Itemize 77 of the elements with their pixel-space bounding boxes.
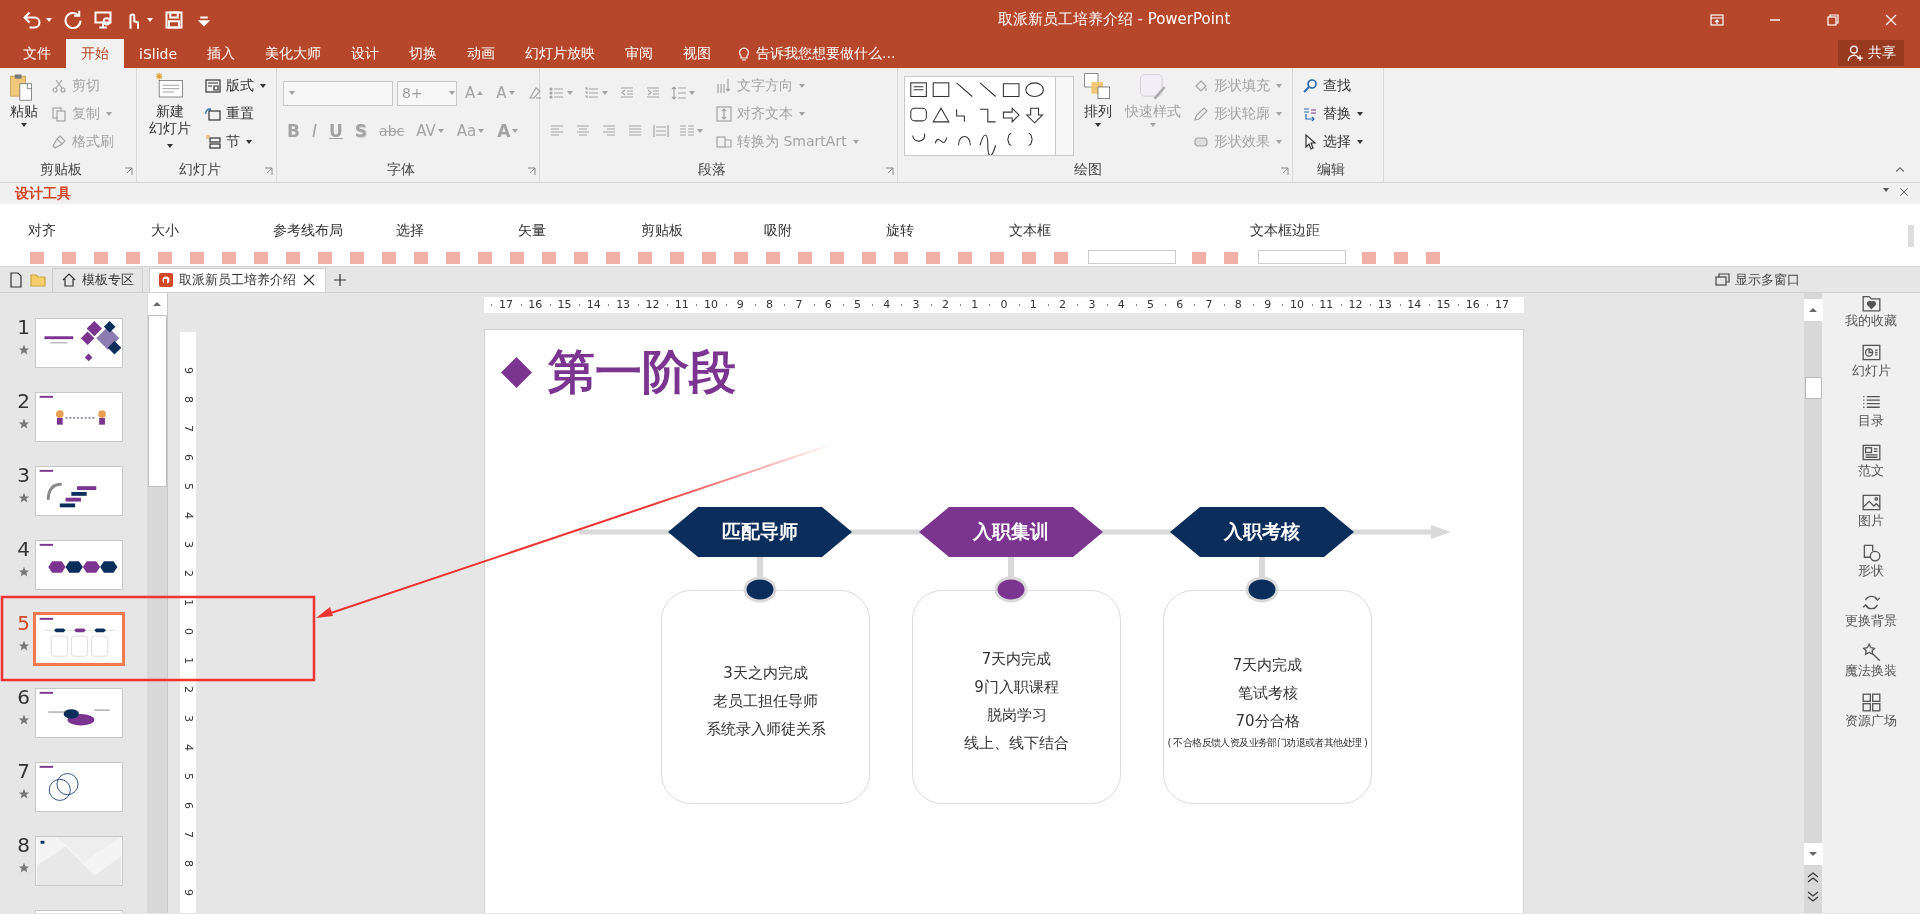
document-tab[interactable]: 取派新员工培养介绍 — [149, 267, 326, 292]
replace-button[interactable]: 替换 — [1299, 100, 1367, 127]
section-button[interactable]: 节 — [202, 128, 270, 155]
section-label: 选择 — [395, 222, 425, 240]
section-label: 文本框边距 — [1249, 222, 1321, 240]
card-text: 笔试考核 — [1237, 683, 1298, 704]
ribbon-tab[interactable]: 文件 — [8, 39, 66, 68]
group-label: 幻灯片 — [177, 160, 222, 179]
side-panel-item[interactable]: 魔法换装 — [1845, 643, 1897, 693]
ribbon-tab[interactable]: 幻灯片放映 — [510, 39, 611, 68]
card-text: 线上、线下结合 — [964, 733, 1069, 754]
section-label: 吸附 — [763, 222, 793, 240]
reset-button[interactable]: 重置 — [202, 100, 270, 127]
layout-button[interactable]: 版式 — [202, 72, 270, 99]
ribbon-tab[interactable]: 视图 — [668, 39, 727, 68]
section-label: 参考线布局 — [273, 222, 345, 240]
section-label: 对齐 — [28, 222, 57, 240]
group-label: 剪贴板 — [39, 160, 83, 179]
side-panel-item[interactable]: 我的收藏 — [1845, 293, 1897, 343]
ribbon-tab[interactable]: 插入 — [192, 39, 251, 68]
select-button[interactable]: 选择 — [1299, 128, 1367, 155]
side-panel-item[interactable]: 资源广场 — [1845, 693, 1897, 743]
group-label: 段落 — [696, 160, 727, 179]
section-label: 矢量 — [518, 222, 548, 240]
ribbon-tab[interactable]: 动画 — [452, 39, 511, 68]
tell-me-box[interactable]: 告诉我您想要做什么... — [726, 39, 896, 68]
card-text: 老员工担任导师 — [713, 691, 818, 712]
card-text: 系统录入师徒关系 — [705, 719, 826, 740]
card-text: 7天内完成 — [981, 649, 1052, 670]
panel-title: 设计工具 — [15, 184, 71, 203]
card-text: 3天之内完成 — [723, 663, 808, 684]
side-panel-item[interactable]: 范文 — [1858, 443, 1884, 493]
ribbon-tab[interactable]: 切换 — [394, 39, 453, 68]
card-text: 9门入职课程 — [974, 677, 1059, 698]
step-heading: 入职集训 — [973, 519, 1049, 544]
slide-number: 3 — [17, 464, 30, 486]
slide-number: 5 — [17, 612, 30, 634]
side-panel-item[interactable]: 幻灯片 — [1851, 343, 1891, 393]
window-title: 取派新员工培养介绍 - PowerPoint — [996, 10, 1232, 29]
side-panel-item[interactable]: 目录 — [1858, 393, 1884, 443]
ribbon-tab[interactable]: 开始 — [66, 39, 124, 68]
card-note: ( 不合格反馈人资及业务部门劝退或者其他处理 ) — [1167, 736, 1368, 750]
horizontal-ruler: 17 16 15 14 13 12 11 10 9 8 7 6 5 4 3 2 1 0 1 2 3 4 5 6 7 8 9 10 11 12 13 14 15 16 17 — [484, 297, 1524, 313]
section-label: 文本框 — [1008, 222, 1052, 240]
paste-button[interactable]: 粘贴 — [6, 72, 42, 129]
slide-number: 8 — [17, 834, 30, 856]
card-text: 脱岗学习 — [986, 705, 1047, 726]
group-label: 绘图 — [1073, 160, 1103, 179]
slide-number: 7 — [17, 760, 30, 782]
ribbon-tab[interactable]: 美化大师 — [250, 39, 337, 68]
ribbon-tab[interactable]: 设计 — [336, 39, 395, 68]
slide-number: 1 — [17, 316, 30, 338]
slide-number: 6 — [17, 686, 30, 708]
step-heading: 匹配导师 — [722, 519, 798, 544]
card-text: 70分合格 — [1235, 711, 1300, 732]
group-label: 编辑 — [1316, 160, 1346, 179]
section-label: 大小 — [150, 222, 180, 240]
step-heading: 入职考核 — [1224, 519, 1300, 544]
new-slide-button[interactable]: 新建 幻灯片 — [143, 72, 196, 154]
slide-title: 第一阶段 — [548, 344, 736, 400]
find-button[interactable]: 查找 — [1299, 72, 1367, 99]
arrange-button[interactable]: 排列 — [1080, 72, 1116, 129]
side-panel-item[interactable]: 图片 — [1858, 493, 1884, 543]
side-panel-item[interactable]: 更换背景 — [1845, 593, 1897, 643]
group-label: 字体 — [386, 160, 416, 179]
document-tab[interactable]: 模板专区 — [52, 267, 143, 292]
section-label: 旋转 — [886, 222, 916, 240]
card-text: 7天内完成 — [1232, 655, 1303, 676]
ribbon-tab[interactable]: iSlide — [124, 39, 193, 68]
vertical-ruler: 9 8 7 6 5 4 3 2 1 0 1 2 3 4 5 6 7 8 9 — [180, 332, 196, 913]
ribbon-tab[interactable]: 审阅 — [610, 39, 669, 68]
share-button[interactable]: 共享 — [1838, 40, 1904, 66]
section-label: 剪贴板 — [640, 222, 684, 240]
slide-number: 4 — [17, 538, 30, 560]
side-panel-item[interactable]: 形状 — [1858, 543, 1884, 593]
slide-number: 2 — [17, 390, 30, 412]
multi-window-button[interactable]: 显示多窗口 — [1715, 271, 1800, 289]
